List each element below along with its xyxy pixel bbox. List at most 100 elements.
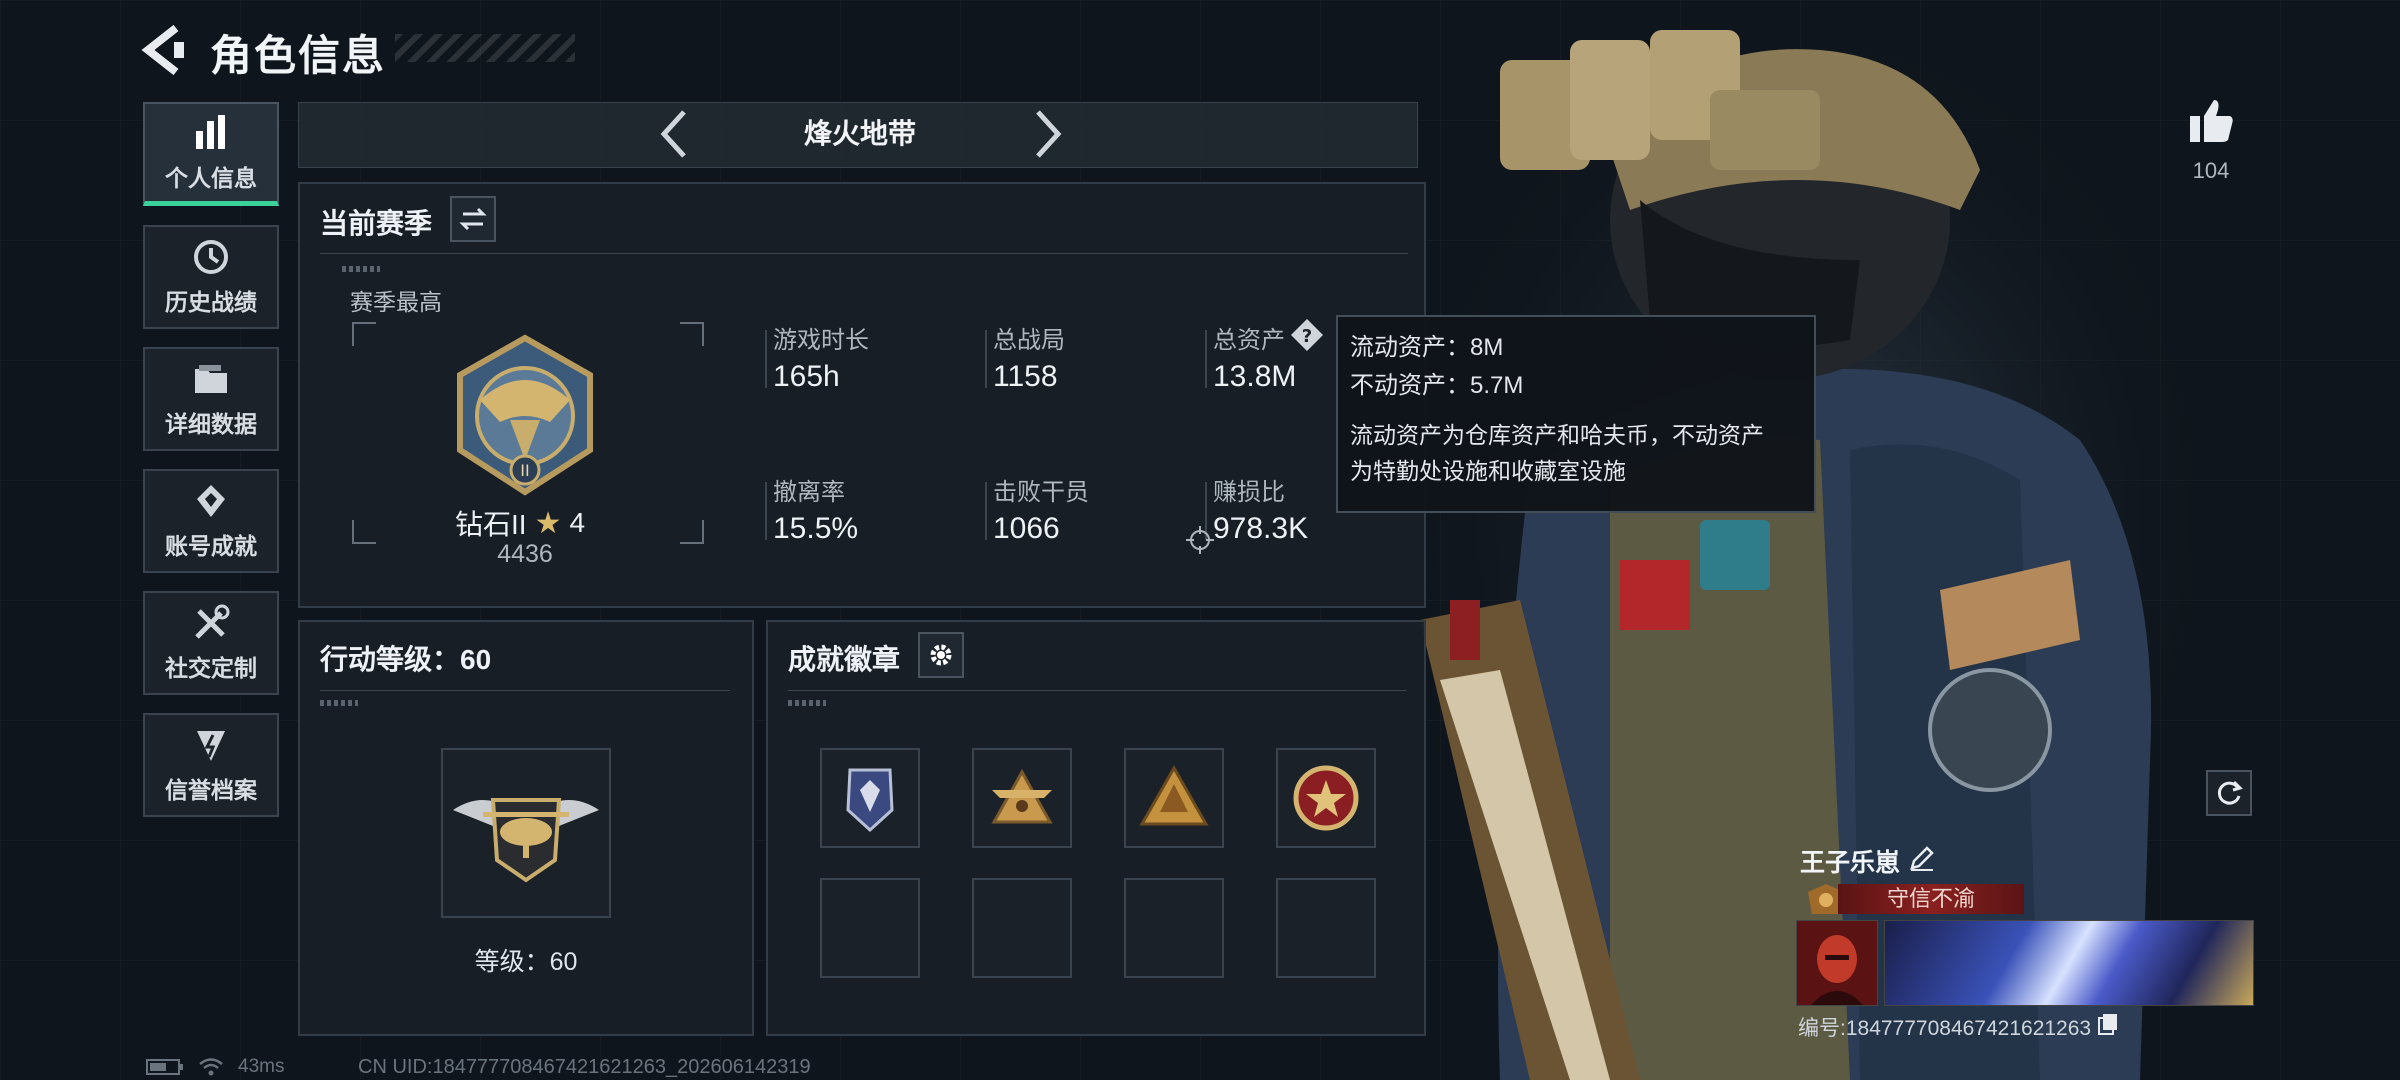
asset-tooltip: 流动资产：8M 不动资产：5.7M 流动资产为仓库资产和哈夫币，不动资产 为特勤…: [1336, 315, 1816, 513]
rank-stars: 4: [569, 507, 586, 538]
divider-accent: [342, 266, 380, 272]
stat-value: 165h: [773, 360, 840, 393]
shield-crest-badge-icon: [846, 768, 894, 833]
season-title: 当前赛季: [320, 208, 433, 239]
season-switch-button[interactable]: [450, 196, 496, 242]
stat-value: 15.5%: [773, 512, 859, 545]
badge-mountain-triangle[interactable]: [1124, 748, 1224, 848]
battery-icon: [146, 1059, 183, 1075]
like-button[interactable]: [2186, 96, 2236, 151]
player-banner: [1884, 920, 2254, 1006]
svg-text:?: ?: [1302, 326, 1312, 347]
sidebar-item-label: 详细数据: [165, 411, 257, 437]
player-id-row: 编号:184777708467421621263: [1798, 1012, 2119, 1042]
mode-name: 烽火地带: [803, 118, 916, 149]
star-wreath-badge-icon: [1293, 765, 1359, 831]
stat-label: 游戏时长: [773, 327, 869, 354]
sidebar-item-social-custom[interactable]: 社交定制: [143, 591, 279, 695]
sidebar-item-personal-info[interactable]: 个人信息: [143, 102, 279, 206]
badge-star-wreath[interactable]: [1276, 748, 1376, 848]
player-avatar[interactable]: [1796, 920, 1878, 1006]
tooltip-desc-line: 为特勤处设施和收藏室设施: [1350, 458, 1626, 484]
bar-chart-icon: [196, 114, 225, 149]
frame-corner: [680, 322, 704, 346]
player-id: 编号:184777708467421621263: [1798, 1017, 2092, 1040]
crosshair-icon: [1186, 526, 1214, 554]
refresh-icon: [2217, 780, 2243, 805]
copy-id-button[interactable]: [2097, 1012, 2119, 1042]
sidebar-item-history[interactable]: 历史战绩: [143, 225, 279, 329]
tooltip-desc-line: 流动资产为仓库资产和哈夫币，不动资产: [1350, 422, 1764, 448]
frame-corner: [352, 322, 376, 346]
sidebar-item-label: 历史战绩: [165, 289, 257, 315]
stat-value: 1158: [993, 360, 1058, 393]
stat-divider: [765, 482, 767, 540]
helicopter-wings-emblem-icon: [453, 798, 599, 883]
uid-text: CN UID:184777708467421621263_20260614231…: [358, 1056, 811, 1078]
level-text: 等级：60: [474, 948, 578, 976]
rank-name: 钻石II: [455, 509, 527, 540]
achievements-settings-button[interactable]: [918, 632, 964, 678]
mountain-triangle-badge-icon: [1139, 764, 1209, 826]
achievements-title: 成就徽章: [788, 644, 901, 675]
season-best-label: 赛季最高: [350, 289, 442, 315]
level-emblem-frame: [441, 748, 611, 918]
stat-value: 1066: [993, 512, 1060, 545]
divider-accent: [788, 700, 826, 706]
divider: [788, 690, 1406, 691]
stat-label: 赚损比: [1213, 479, 1285, 506]
status-bar: 43ms: [146, 1056, 284, 1078]
page-title: 角色信息: [210, 32, 387, 79]
badge-empty-slot: [972, 878, 1072, 978]
stat-divider: [985, 330, 987, 388]
badge-empty-slot: [820, 878, 920, 978]
player-name: 王子乐崽: [1800, 849, 1901, 877]
back-arrow-icon: [141, 24, 184, 76]
sidebar-item-label: 信誉档案: [165, 777, 257, 803]
badge-empty-slot: [1124, 878, 1224, 978]
frame-corner: [680, 520, 704, 544]
shield-badge-icon: [197, 731, 225, 761]
operator-character-art: [1390, 0, 2230, 1080]
rank-score: 4436: [497, 540, 553, 568]
title-decoration: [395, 34, 575, 62]
rotate-view-button[interactable]: [2206, 770, 2252, 816]
tooltip-fixed-assets: 不动资产：5.7M: [1350, 372, 1524, 399]
stat-divider: [765, 330, 767, 388]
stat-label: 击败干员: [993, 479, 1089, 506]
wrench-icon: [195, 604, 230, 639]
star-icon: ★: [534, 506, 562, 540]
back-button[interactable]: [140, 22, 190, 78]
winged-triangle-badge-icon: [991, 768, 1053, 824]
badge-winged-triangle[interactable]: [972, 748, 1072, 848]
sidebar-item-credit-record[interactable]: 信誉档案: [143, 713, 279, 817]
prev-mode-button[interactable]: [656, 108, 692, 165]
avatar-portrait-icon: [1797, 921, 1877, 1005]
badge-empty-slot: [1276, 878, 1376, 978]
rank-emblem-icon: II: [457, 334, 593, 496]
sidebar-item-label: 社交定制: [165, 655, 257, 681]
stat-value: 13.8M: [1213, 360, 1297, 393]
svg-text:II: II: [520, 461, 529, 480]
divider-accent: [320, 700, 358, 706]
tooltip-liquid-assets: 流动资产：8M: [1350, 334, 1504, 361]
history-clock-icon: [194, 240, 228, 274]
sidebar-item-detailed-data[interactable]: 详细数据: [143, 347, 279, 451]
badge-shield-crest[interactable]: [820, 748, 920, 848]
tooltip-description: 流动资产为仓库资产和哈夫币，不动资产 为特勤处设施和收藏室设施: [1350, 417, 1802, 489]
like-count: 104: [2192, 158, 2230, 183]
ping-value: 43ms: [238, 1056, 285, 1077]
gear-icon: [930, 644, 952, 666]
wifi-icon: [199, 1058, 223, 1076]
stat-divider: [1205, 330, 1207, 388]
next-mode-button[interactable]: [1030, 108, 1066, 165]
swap-icon: [459, 207, 487, 231]
sidebar-item-label: 账号成就: [165, 533, 257, 559]
copy-icon: [2098, 1014, 2118, 1035]
asset-help-button[interactable]: ?: [1290, 318, 1324, 352]
edit-name-button[interactable]: [1908, 844, 1936, 877]
divider: [320, 253, 1408, 254]
pencil-icon: [1910, 846, 1934, 871]
folder-icon: [195, 365, 227, 393]
sidebar-item-account-achievements[interactable]: 账号成就: [143, 469, 279, 573]
